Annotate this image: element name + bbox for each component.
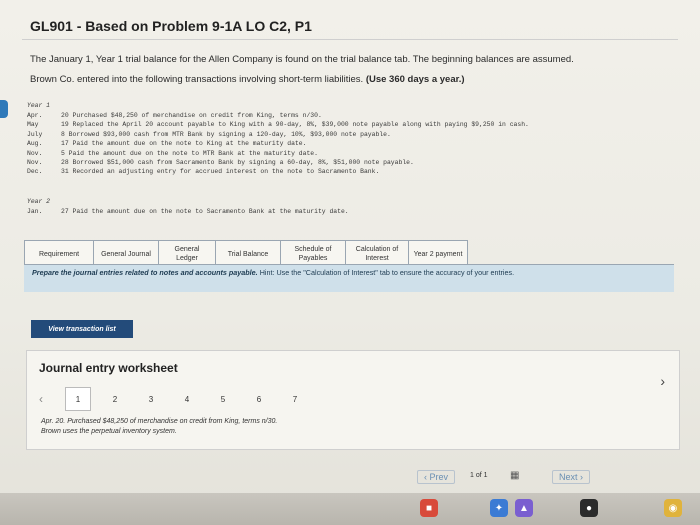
worksheet-page-6[interactable]: 6 xyxy=(241,388,277,410)
transaction-month: Jan. xyxy=(27,208,43,215)
transaction-row: Aug. 17 Paid the amount due on the note t… xyxy=(27,140,529,149)
transaction-month: Apr. xyxy=(27,112,43,119)
worksheet-page-7[interactable]: 7 xyxy=(277,388,313,410)
transaction-row: Nov. 5 Paid the amount due on the note to… xyxy=(27,150,529,159)
page-count: 1 of 1 xyxy=(470,472,488,479)
os-dock: ■ ✦ ▲ ● ◉ xyxy=(0,493,700,525)
pager: ‹ Prev 1 of 1 ▦ Next › xyxy=(0,466,700,486)
intro-text: The January 1, Year 1 trial balance for … xyxy=(30,50,670,90)
page: GL901 - Based on Problem 9-1A LO C2, P1 … xyxy=(0,0,700,525)
worksheet-title: Journal entry worksheet xyxy=(39,361,178,375)
transaction-month: Nov. xyxy=(27,149,43,157)
transaction-month: Aug. xyxy=(27,140,43,148)
title-divider xyxy=(22,39,678,40)
transaction-text: 17 Paid the amount due on the note to Ki… xyxy=(61,140,307,148)
transaction-text: 31 Recorded an adjusting entry for accru… xyxy=(61,168,380,176)
worksheet-page-5[interactable]: 5 xyxy=(205,388,241,410)
transaction-list-year1: Apr. 20 Purchased $48,250 of merchandise … xyxy=(27,112,529,178)
intro-line-2: Brown Co. entered into the following tra… xyxy=(30,70,670,90)
worksheet-page-3[interactable]: 3 xyxy=(133,388,169,410)
year2-label: Year 2 xyxy=(27,198,51,205)
intro-line-1: The January 1, Year 1 trial balance for … xyxy=(30,54,574,65)
worksheet-page-4[interactable]: 4 xyxy=(169,388,205,410)
prev-button[interactable]: ‹ Prev xyxy=(417,470,456,484)
instruction-bold: Prepare the journal entries related to n… xyxy=(32,268,258,277)
worksheet-description-line-1: Apr. 20. Purchased $48,250 of merchandis… xyxy=(41,417,277,427)
transaction-month: Dec. xyxy=(27,168,43,176)
worksheet-description-line-2: Brown uses the perpetual inventory syste… xyxy=(41,428,177,435)
worksheet-description: Apr. 20. Purchased $48,250 of merchandis… xyxy=(41,417,277,437)
app-icon[interactable]: ● xyxy=(580,499,598,517)
transaction-row: Apr. 20 Purchased $48,250 of merchandise … xyxy=(27,112,529,121)
transaction-row: July 8 Borrowed $93,000 cash from MTR Ban… xyxy=(27,131,529,140)
transaction-text: 8 Borrowed $93,000 cash from MTR Bank by… xyxy=(61,130,391,138)
worksheet-page-2[interactable]: 2 xyxy=(97,388,133,410)
intro-line-2-bold: (Use 360 days a year.) xyxy=(365,74,465,85)
transaction-text: 28 Borrowed $51,000 cash from Sacramento… xyxy=(61,158,414,166)
transaction-text: 19 Replaced the April 20 account payable… xyxy=(61,121,529,129)
instruction-banner: Prepare the journal entries related to n… xyxy=(24,264,674,292)
next-label: Next xyxy=(559,472,578,482)
dropbox-icon[interactable]: ✦ xyxy=(490,499,508,517)
transaction-month: Nov. xyxy=(27,158,43,166)
transaction-month: May xyxy=(27,121,39,129)
grid-icon[interactable]: ▦ xyxy=(510,470,519,481)
worksheet-page-nav: ‹ 1 2 3 4 5 6 7 xyxy=(39,387,313,411)
chrome-icon[interactable]: ◉ xyxy=(664,499,682,517)
transaction-row-year2: Jan. 27 Paid the amount due on the note … xyxy=(27,208,349,215)
worksheet-description-text: Purchased $48,250 of merchandise on cred… xyxy=(67,418,278,425)
page-title: GL901 - Based on Problem 9-1A LO C2, P1 xyxy=(30,18,312,34)
intro-line-2-text: Brown Co. entered into the following tra… xyxy=(30,74,364,85)
transaction-row: Nov. 28 Borrowed $51,000 cash from Sacram… xyxy=(27,159,529,168)
next-button[interactable]: Next › xyxy=(552,470,591,484)
worksheet-page-1[interactable]: 1 xyxy=(65,387,91,411)
transaction-row: Dec. 31 Recorded an adjusting entry for a… xyxy=(27,168,529,177)
worksheet-next-arrow-icon[interactable]: › xyxy=(660,373,665,389)
transaction-text: 5 Paid the amount due on the note to MTR… xyxy=(61,149,318,157)
journal-entry-worksheet: Journal entry worksheet › ‹ 1 2 3 4 5 6 … xyxy=(26,350,680,450)
prev-label: Prev xyxy=(429,472,449,482)
transaction-text: 27 Paid the amount due on the note to Sa… xyxy=(61,208,349,215)
transaction-month: July xyxy=(27,130,43,138)
app-icon[interactable]: ▲ xyxy=(515,499,533,517)
app-icon[interactable]: ■ xyxy=(420,499,438,517)
view-transaction-list-button[interactable]: View transaction list xyxy=(31,320,133,338)
left-edge-marker xyxy=(0,100,8,118)
worksheet-description-date: Apr. 20. xyxy=(41,418,66,425)
year1-label: Year 1 xyxy=(27,102,51,109)
transaction-row: May 19 Replaced the April 20 account paya… xyxy=(27,121,529,130)
transaction-text: 20 Purchased $48,250 of merchandise on c… xyxy=(61,112,322,119)
worksheet-prev-arrow-icon[interactable]: ‹ xyxy=(39,392,59,406)
instruction-hint: Hint: Use the "Calculation of Interest" … xyxy=(259,268,515,277)
